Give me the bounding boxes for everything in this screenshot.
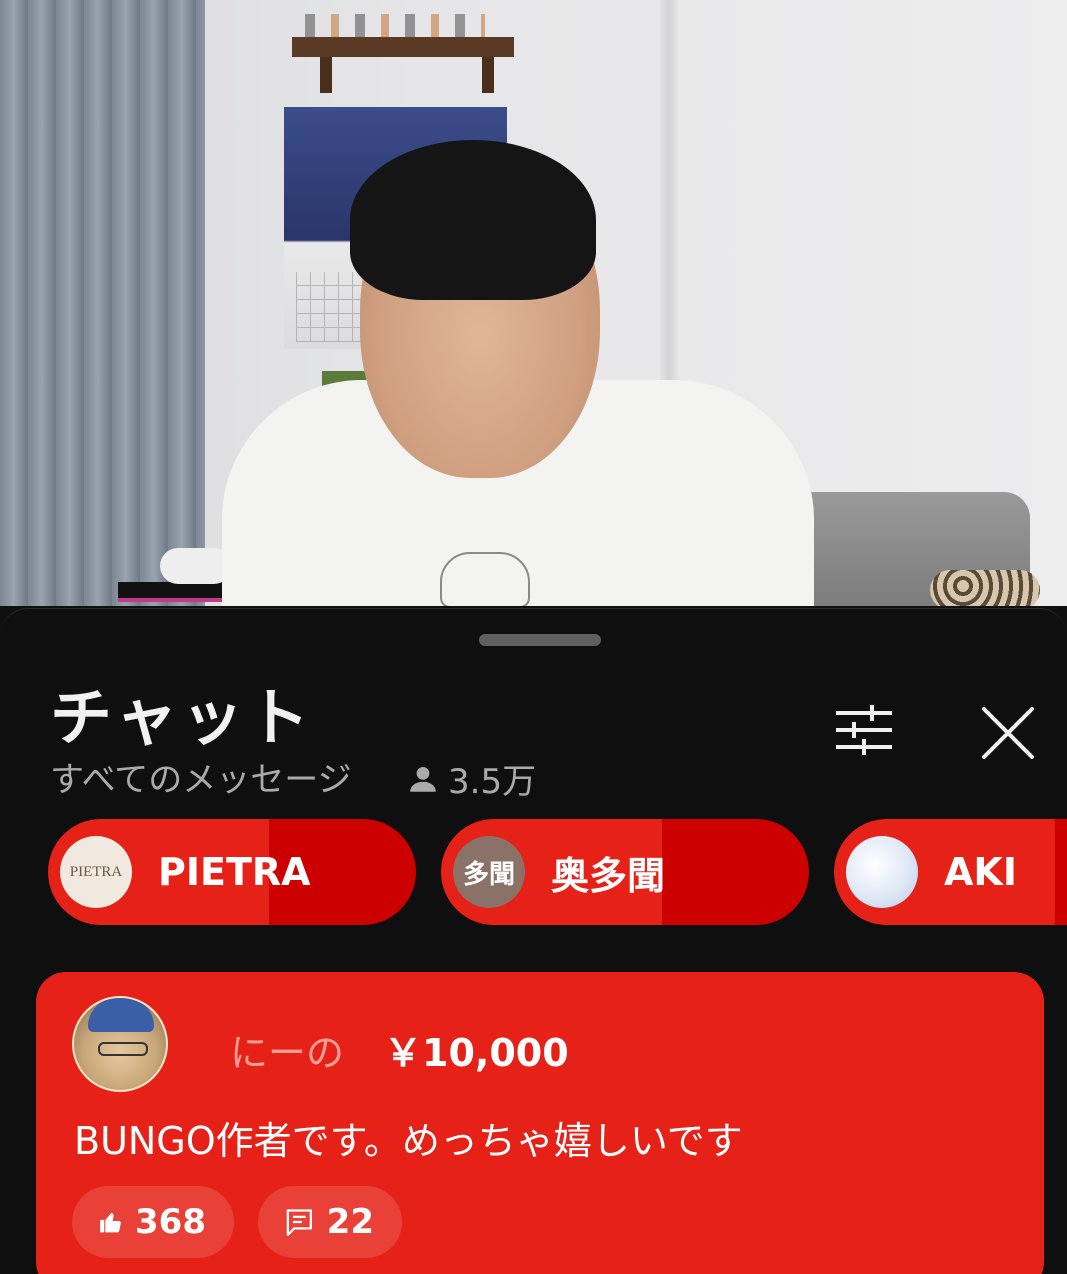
viewer-count: 3.5万 — [406, 754, 536, 803]
like-button[interactable]: 368 — [72, 1186, 234, 1258]
superchat-author-avatar[interactable] — [72, 996, 168, 1092]
ticker-item[interactable]: PIETRA PIETRA — [48, 819, 416, 925]
superchat-amount: ￥10,000 — [384, 1031, 569, 1075]
video-pillow — [930, 570, 1040, 606]
live-video-frame[interactable] — [0, 0, 1067, 606]
ticker-name: AKI — [944, 850, 1017, 894]
thumbs-up-icon — [100, 1212, 121, 1233]
superchat-card[interactable]: にーの ￥10,000 BUNGO作者です。めっちゃ嬉しいです 368 22 — [36, 972, 1044, 1274]
video-shelf — [292, 37, 514, 57]
video-shirt-print — [440, 552, 530, 606]
superchat-ticker-row: PIETRA PIETRA 多聞 奥多聞 AKI — [48, 819, 1067, 925]
drag-handle[interactable] — [479, 634, 601, 646]
viewer-count-value: 3.5万 — [448, 762, 537, 802]
ticker-avatar: 多聞 — [453, 836, 525, 908]
ticker-name: PIETRA — [158, 850, 311, 894]
comment-icon — [286, 1209, 312, 1236]
video-shelf-bracket — [320, 57, 332, 93]
like-count: 368 — [135, 1202, 206, 1242]
video-curtain — [0, 0, 205, 606]
ticker-avatar-text: PIETRA — [69, 863, 123, 880]
ticker-avatar-text: 多聞 — [462, 859, 515, 890]
filter-settings-icon[interactable] — [834, 705, 894, 755]
ticker-avatar: PIETRA — [60, 836, 132, 908]
video-console — [118, 582, 230, 602]
chat-filter-label[interactable]: すべてのメッセージ — [50, 752, 352, 801]
video-person-hair — [350, 140, 596, 300]
video-shelf-bracket — [482, 57, 494, 93]
chat-title: チャット — [50, 681, 314, 754]
superchat-message: BUNGO作者です。めっちゃ嬉しいです — [74, 1119, 743, 1163]
ticker-item[interactable]: 多聞 奥多聞 — [441, 819, 809, 925]
reply-button[interactable]: 22 — [258, 1186, 402, 1258]
ticker-item[interactable]: AKI — [834, 819, 1067, 925]
superchat-author-name[interactable]: にーの — [230, 1022, 344, 1077]
video-shelf-items — [305, 14, 485, 38]
avatar-glasses — [98, 1042, 148, 1056]
person-icon — [410, 766, 436, 792]
reply-count: 22 — [326, 1202, 374, 1242]
ticker-name: 奥多聞 — [551, 853, 666, 898]
close-icon[interactable] — [980, 705, 1036, 761]
ticker-avatar — [846, 836, 918, 908]
chat-panel: チャット すべてのメッセージ 3.5万 PIETRA PIETRA 多聞 奥多聞… — [0, 608, 1067, 1274]
avatar-cap — [88, 998, 154, 1032]
